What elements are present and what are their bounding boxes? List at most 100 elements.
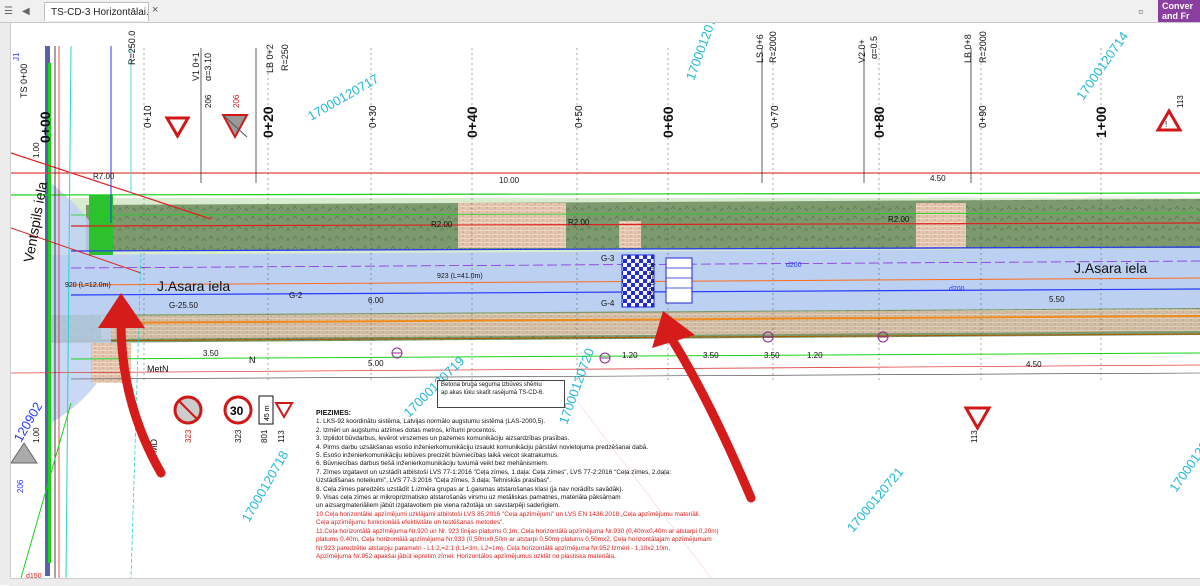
alignment-label: LB 0+2 (265, 44, 275, 73)
convert-button[interactable]: Conver and Fr (1158, 0, 1200, 22)
note-line: 6. Būvniecības darbus tiešā inženierkomu… (316, 460, 549, 468)
cadastral-id: 17000120717 (683, 23, 724, 82)
station-label: 0+00 (37, 111, 53, 143)
station-label: 0+50 (574, 105, 585, 128)
convert-label-2: and Fr (1162, 11, 1190, 21)
note-line-red: 10.Ceļa horizontālie apzīmējumi uzklājam… (316, 510, 701, 518)
alignment-label: V1 0+1 (191, 52, 201, 81)
note-line: 1. LKS-92 koordinātu sistēma, Latvijas n… (316, 418, 546, 426)
dim-label: 4.50 (930, 174, 946, 183)
cadastral-id: 17000120359 (1166, 421, 1200, 495)
marking-label: d200 (786, 262, 802, 269)
map-label: N (249, 355, 256, 365)
note-line-red: Nr.923 paredzētie atstarpju parametri - … (316, 544, 670, 552)
station-label: 0+40 (464, 106, 480, 138)
sign-code: 206 (16, 479, 25, 493)
callout-line: ap akas lūku skatīt rasējumā TS-CD-6. (441, 389, 544, 396)
dim-label: 1.20 (622, 351, 638, 360)
dim-label: 5.00 (368, 359, 384, 368)
warning-sign-icon: ! (1155, 108, 1183, 132)
alignment-label: α=0.5 (869, 36, 879, 59)
convert-label-1: Conver (1162, 1, 1194, 11)
alignment-label: J1 (12, 52, 21, 61)
dim-label: R7.00 (93, 172, 115, 181)
note-line: un aizsargmateriāliem jābūt izgatavotiem… (316, 502, 561, 510)
marking-label: 933 (L=6m) (649, 263, 656, 299)
svg-text:30: 30 (230, 404, 244, 418)
station-label: 0+70 (770, 105, 781, 128)
warning-sign-icon (164, 116, 191, 139)
sign-code: 113 (970, 430, 979, 443)
dim-label: 10.00 (499, 176, 520, 185)
notes-title: PIEZĪMES: (316, 410, 352, 417)
notes-block: PIEZĪMES: 1. LKS-92 koordinātu sistēma, … (316, 410, 786, 561)
dim-label: 3.50 (203, 349, 219, 358)
dim-label: 3.50 (703, 351, 719, 360)
dim-label: R2.00 (431, 220, 453, 229)
warning-sign-icon (274, 402, 294, 420)
back-icon[interactable]: ◀ (22, 6, 30, 17)
note-line: 8. Ceļa zīmes paredzēts uzstādīt 1.izmēr… (316, 485, 624, 493)
dim-label: 1.00 (32, 427, 41, 443)
marking-label: G-4 (601, 299, 615, 308)
alignment-label: V2 0+ (857, 39, 867, 63)
marking-label: 923 (L=41.0m) (437, 273, 483, 280)
note-line-red: 11.Ceļa horizontālā apzīmējuma Nr.920 un… (316, 527, 719, 535)
cadastral-id: 17000120718 (239, 448, 292, 524)
note-line: 7. Zīmes izgatavot un uzstādīt atbilstoš… (316, 468, 672, 476)
note-line: 3. Izplidot būvdarbus, levērot virszemes… (316, 435, 570, 443)
note-line-red: platums 0.40m, Ceļa horizontālā apzīmēju… (316, 536, 712, 544)
dim-label: R2.00 (888, 215, 910, 224)
note-line-red: Apzīmējuma Nr.952 apakšai jābūt iepretim… (316, 552, 616, 560)
dim-label: 1.20 (807, 351, 823, 360)
map-label: MetN (147, 364, 169, 374)
station-label: 0+20 (260, 106, 276, 138)
marking-label: G-3 (601, 254, 615, 263)
tab-document[interactable]: TS-CD-3 Horizontālai... (44, 2, 149, 21)
dim-label: 1.00 (32, 142, 41, 158)
svg-text:!: ! (1165, 120, 1167, 129)
menu-icon[interactable]: ☰ (4, 6, 13, 17)
no-entry-sign-icon (173, 395, 203, 425)
marking-label: d150 (26, 573, 42, 578)
note-line: 2. Izmēri un augstumu atzīmes dotas metr… (316, 426, 497, 434)
note-line: Uzstādīšanas noteikumi", LVS 77-3:2016 "… (316, 477, 551, 485)
street-name-main: J.Asara iela (157, 278, 230, 294)
speed-limit-sign-icon: 30 (223, 395, 253, 425)
sign-code: 206 (232, 94, 241, 108)
street-name-main-right: J.Asara iela (1074, 260, 1147, 276)
title-bar: ☰ ◀ TS-CD-3 Horizontālai... × ▫ Conver a… (0, 0, 1200, 23)
distance-plate-icon: 45 m (258, 395, 274, 425)
station-label: 0+90 (978, 105, 989, 128)
note-line-red: Ceļa apzīmējumu funkcionālā efektivitāte… (316, 519, 505, 527)
alignment-label: R=250.0 (127, 31, 137, 65)
cadastral-id: 17000120721 (844, 464, 907, 535)
callout-note: Betona bruģa seguma izbūves shēmu ap aka… (437, 380, 565, 408)
cadastral-id: 17000120714 (1073, 29, 1131, 103)
alignment-label: LB 0+8 (963, 34, 973, 63)
note-line: 4. Pirms darbu uzsākšanas esošo inženier… (316, 443, 649, 451)
alignment-label: R=2000 (768, 31, 778, 63)
warning-sign-icon (221, 114, 249, 140)
pin-icon[interactable]: ▫ (1138, 3, 1143, 19)
left-toolbar (0, 23, 11, 585)
sign-code: 323 (184, 429, 193, 443)
marking-label: G-2 (289, 291, 303, 300)
dim-label: 5.50 (1049, 295, 1065, 304)
alignment-label: R=2000 (978, 31, 988, 63)
sign-code: 323 (234, 429, 243, 443)
dim-label: R2.00 (568, 218, 590, 227)
dim-label: 6.00 (368, 296, 384, 305)
svg-text:45 m: 45 m (264, 405, 271, 421)
marking-label: d200 (949, 286, 965, 293)
station-label: 0+80 (871, 106, 887, 138)
sign-code: 206 (204, 94, 213, 108)
alignment-label: R=250 (280, 44, 290, 71)
sign-code: 113 (277, 430, 286, 443)
dim-label: 4.50 (1026, 360, 1042, 369)
sign-code: 801 (260, 429, 269, 443)
alignment-label: TS 0+00 (19, 64, 29, 98)
note-line: 9. Visas ceļa zīmes ar mikroprizmatisko … (316, 494, 621, 502)
close-icon[interactable]: × (152, 5, 158, 16)
note-line: 5. Esošo inženierkomunikāciju iebūves pr… (316, 452, 559, 460)
